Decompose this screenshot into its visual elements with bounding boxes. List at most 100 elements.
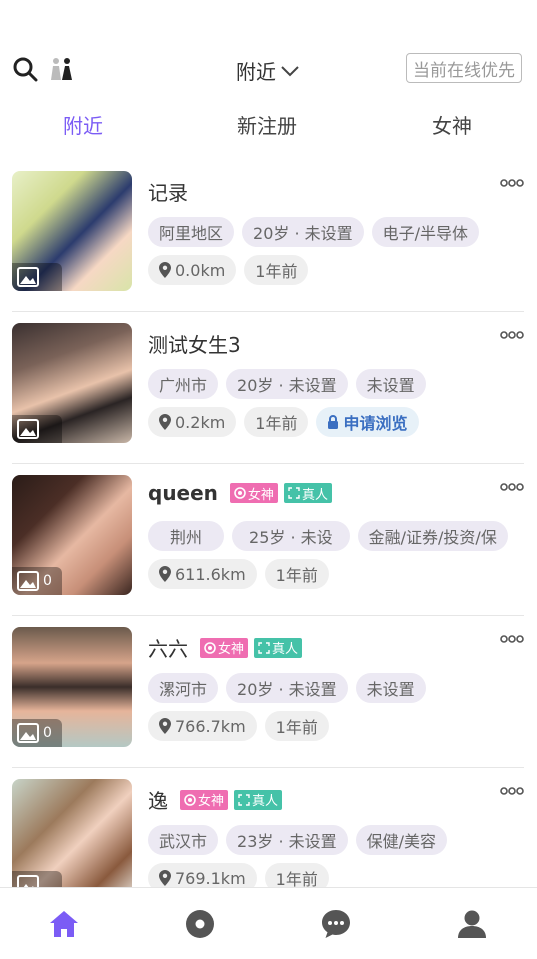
tag-row: 荆州 25岁 · 未设 金融/证券/投资/保 (148, 521, 508, 551)
goddess-badge: 女神 (229, 483, 278, 503)
face-scan-icon (238, 793, 250, 806)
photo-count-badge (12, 871, 62, 887)
location-tag: 广州市 (148, 369, 219, 399)
list-item[interactable]: 0 queen 女神 真人 荆州 25岁 · 未设 金融/证券/投资/保 611… (12, 464, 524, 616)
meta-row: 769.1km 1年前 (148, 863, 329, 887)
user-name: 记录 (148, 181, 188, 205)
image-icon (17, 267, 39, 287)
location-pin-icon (159, 262, 171, 278)
location-pin-icon (159, 870, 171, 886)
list-item[interactable]: 0 六六 女神 真人 漯河市 20岁 · 未设置 未设置 766.7km 1年前 (12, 616, 524, 768)
location-pin-icon (159, 718, 171, 734)
location-tag: 武汉市 (148, 825, 219, 855)
tab-bar: 附近 新注册 女神 (0, 110, 537, 146)
more-options-icon[interactable] (500, 330, 524, 340)
distance-chip: 0.2km (148, 407, 237, 437)
photo-count-badge: 0 (12, 719, 62, 747)
verified-real-badge: 真人 (234, 789, 283, 810)
job-tag: 保健/美容 (355, 825, 448, 855)
goddess-badge: 女神 (200, 637, 249, 658)
avatar[interactable]: 0 (12, 627, 132, 747)
discover-icon[interactable] (184, 908, 216, 940)
online-first-button[interactable]: 当前在线优先 (406, 53, 522, 83)
distance-chip: 0.0km (148, 255, 237, 285)
job-tag: 未设置 (355, 673, 426, 703)
more-options-icon[interactable] (500, 786, 524, 796)
meta-row: 611.6km 1年前 (148, 559, 329, 589)
photo-count-badge (12, 263, 62, 291)
meta-row: 0.2km 1年前 申请浏览 (148, 407, 419, 437)
image-icon (17, 571, 39, 591)
list-item[interactable]: 逸 女神 真人 武汉市 23岁 · 未设置 保健/美容 769.1km 1年前 (12, 768, 524, 887)
message-icon[interactable] (320, 908, 352, 940)
location-tag: 荆州 (148, 521, 225, 551)
goddess-icon (234, 487, 246, 499)
search-icon[interactable] (12, 56, 38, 82)
age-tag: 23岁 · 未设置 (226, 825, 348, 855)
dropdown-label: 附近 (236, 60, 276, 84)
age-tag: 20岁 · 未设置 (242, 217, 364, 247)
tag-row: 武汉市 23岁 · 未设置 保健/美容 (148, 825, 448, 855)
image-icon (17, 723, 39, 743)
list-item[interactable]: 记录 阿里地区 20岁 · 未设置 电子/半导体 0.0km 1年前 (12, 160, 524, 312)
photo-count-badge (12, 415, 62, 443)
image-icon (17, 419, 39, 439)
lock-icon (328, 415, 339, 429)
tag-row: 广州市 20岁 · 未设置 未设置 (148, 369, 426, 399)
location-tag: 漯河市 (148, 673, 219, 703)
tab-new-registered[interactable]: 新注册 (237, 110, 297, 139)
gender-filter-icon[interactable] (48, 56, 76, 82)
user-name: 六六 女神 真人 (148, 633, 303, 662)
time-chip: 1年前 (264, 711, 329, 741)
more-options-icon[interactable] (500, 482, 524, 492)
profile-icon[interactable] (456, 908, 488, 940)
job-tag: 金融/证券/投资/保 (357, 521, 508, 551)
meta-row: 766.7km 1年前 (148, 711, 329, 741)
more-options-icon[interactable] (500, 178, 524, 188)
user-name: queen 女神 真人 (148, 481, 332, 505)
image-icon (17, 875, 39, 887)
meta-row: 0.0km 1年前 (148, 255, 309, 285)
user-name: 逸 女神 真人 (148, 785, 283, 814)
top-bar: 附近 当前在线优先 (0, 48, 537, 90)
user-list: 记录 阿里地区 20岁 · 未设置 电子/半导体 0.0km 1年前 测试女生3… (0, 160, 537, 887)
more-options-icon[interactable] (500, 634, 524, 644)
time-chip: 1年前 (264, 863, 329, 887)
goddess-badge: 女神 (180, 789, 229, 810)
age-tag: 20岁 · 未设置 (226, 673, 348, 703)
chevron-down-icon (281, 65, 299, 76)
location-dropdown[interactable]: 附近 (236, 56, 300, 85)
goddess-icon (204, 641, 216, 654)
avatar[interactable]: 0 (12, 475, 132, 595)
verified-real-badge: 真人 (254, 637, 303, 658)
tab-goddess[interactable]: 女神 (432, 110, 472, 139)
goddess-icon (184, 793, 196, 806)
job-tag: 未设置 (355, 369, 426, 399)
user-name: 测试女生3 (148, 333, 241, 357)
time-chip: 1年前 (264, 559, 329, 589)
list-item[interactable]: 测试女生3 广州市 20岁 · 未设置 未设置 0.2km 1年前 申请浏览 (12, 312, 524, 464)
time-chip: 1年前 (244, 255, 309, 285)
tag-row: 阿里地区 20岁 · 未设置 电子/半导体 (148, 217, 480, 247)
distance-chip: 611.6km (148, 559, 257, 589)
photo-count-badge: 0 (12, 567, 62, 595)
distance-chip: 766.7km (148, 711, 257, 741)
distance-chip: 769.1km (148, 863, 257, 887)
age-tag: 25岁 · 未设 (232, 521, 350, 551)
job-tag: 电子/半导体 (371, 217, 480, 247)
bottom-navigation (0, 887, 537, 959)
time-chip: 1年前 (244, 407, 309, 437)
verified-real-badge: 真人 (283, 483, 332, 503)
apply-browse-button[interactable]: 申请浏览 (316, 407, 419, 437)
location-pin-icon (159, 414, 171, 430)
avatar[interactable] (12, 323, 132, 443)
face-scan-icon (288, 487, 300, 499)
avatar[interactable] (12, 779, 132, 887)
home-icon[interactable] (48, 908, 80, 940)
tab-nearby[interactable]: 附近 (63, 110, 103, 139)
face-scan-icon (258, 641, 270, 654)
age-tag: 20岁 · 未设置 (226, 369, 348, 399)
avatar[interactable] (12, 171, 132, 291)
location-tag: 阿里地区 (148, 217, 235, 247)
location-pin-icon (159, 566, 171, 582)
